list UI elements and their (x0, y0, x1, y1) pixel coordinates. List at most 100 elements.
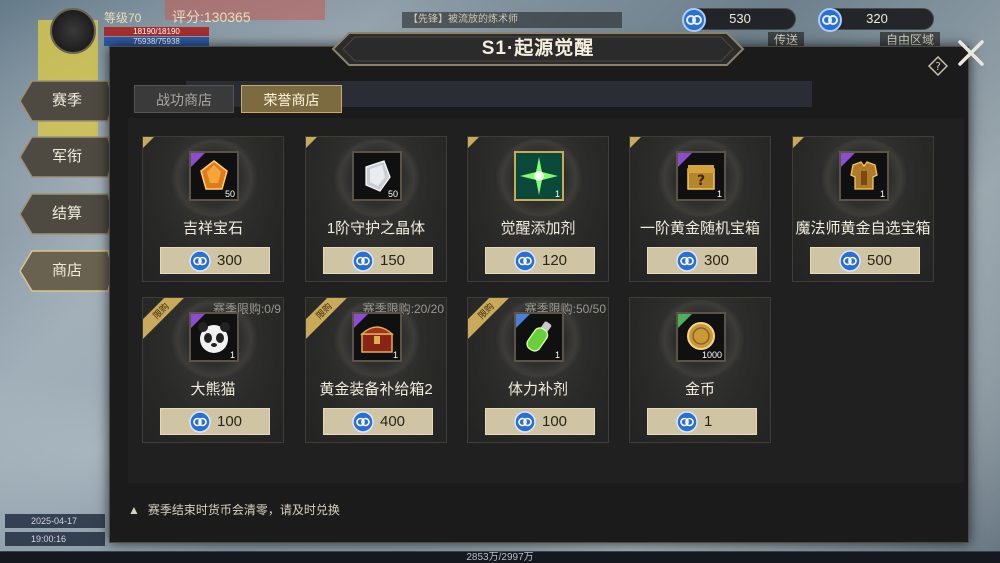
item-name: 体力补剂 (507, 381, 568, 398)
item-quantity: 1000 (701, 350, 722, 360)
card-corner (630, 137, 641, 148)
price-button[interactable]: 300 (160, 247, 270, 274)
blue-coin-icon (352, 250, 374, 272)
item-icon-frame: 50 (189, 151, 239, 201)
price-button[interactable]: 400 (323, 408, 433, 435)
quality-marker (191, 314, 205, 328)
item-name: 大熊猫 (190, 381, 236, 398)
price-value: 400 (380, 413, 406, 430)
item-icon-frame: 1 (514, 151, 564, 201)
time-display: 19:00:16 (5, 532, 105, 546)
price-value: 120 (542, 252, 568, 269)
item-icon-frame: 50 (352, 151, 402, 201)
item-quantity: 1 (229, 350, 235, 360)
item-icon-frame: 1 (352, 312, 402, 362)
price-value: 100 (542, 413, 568, 430)
blue-coin-icon (676, 411, 698, 433)
shop-item-card[interactable]: 1000 金币 1 (629, 297, 771, 443)
shop-item-card[interactable]: 50 吉祥宝石 300 (142, 136, 284, 282)
item-name: 金币 (684, 381, 715, 398)
item-quantity: 1 (392, 350, 398, 360)
price-value: 100 (217, 413, 243, 430)
price-button[interactable]: 1 (647, 408, 757, 435)
currency-value: 530 (729, 11, 751, 26)
player-power: 评分:130365 (172, 9, 251, 25)
item-name: 黄金装备补给箱2 (319, 381, 433, 398)
side-tab-label: 赛季 (52, 92, 83, 109)
side-tab-settlement[interactable]: 结算 (18, 193, 114, 235)
item-name: 觉醒添加剂 (500, 220, 576, 237)
card-corner (306, 137, 317, 148)
chat-message[interactable]: 【先锋】被流放的炼术师 (402, 12, 622, 28)
price-button[interactable]: 300 (647, 247, 757, 274)
date-display: 2025-04-17 (5, 514, 105, 528)
side-tab-season[interactable]: 赛季 (18, 80, 114, 122)
quality-marker (678, 153, 692, 167)
blue-coin-icon (352, 411, 374, 433)
item-quantity: 1 (879, 189, 885, 199)
currency-value: 320 (866, 11, 888, 26)
price-value: 500 (867, 252, 893, 269)
price-value: 300 (704, 252, 730, 269)
shop-item-card[interactable]: ? 1 一阶黄金随机宝箱 300 (629, 136, 771, 282)
player-avatar[interactable] (50, 8, 96, 54)
item-quantity: 50 (224, 189, 235, 199)
shop-item-card[interactable]: 限购 赛季限购:0/9 1 大熊猫 100 (142, 297, 284, 443)
page-title: S1·起源觉醒 (481, 38, 595, 59)
quality-marker (354, 314, 368, 328)
item-quantity: 1 (716, 189, 722, 199)
price-value: 300 (217, 252, 243, 269)
item-quantity: 1 (554, 350, 560, 360)
limit-badge-label: 限购 (143, 298, 185, 340)
item-icon-frame: 1 (189, 312, 239, 362)
limit-badge: 限购 (143, 298, 185, 340)
price-button[interactable]: 100 (160, 408, 270, 435)
xp-text: 2853万/2997万 (466, 552, 534, 563)
player-level: 等级70 (104, 11, 142, 25)
card-corner (468, 137, 479, 148)
limit-badge: 限购 (306, 298, 348, 340)
price-button[interactable]: 100 (485, 408, 595, 435)
price-value: 150 (380, 252, 406, 269)
shop-item-card[interactable]: 50 1阶守护之晶体 150 (305, 136, 447, 282)
warning-icon: ▲ (128, 503, 140, 517)
shop-item-card[interactable]: 限购 赛季限购:20/20 1 黄金装备补给箱2 400 (305, 297, 447, 443)
item-icon-frame: ? 1 (676, 151, 726, 201)
price-button[interactable]: 120 (485, 247, 595, 274)
price-button[interactable]: 150 (323, 247, 433, 274)
side-tab-shop[interactable]: 商店 (18, 250, 114, 292)
limit-badge: 限购 (468, 298, 510, 340)
item-name: 1阶守护之晶体 (326, 220, 426, 237)
svg-text:?: ? (935, 60, 941, 73)
price-button[interactable]: 500 (810, 247, 920, 274)
svg-text:?: ? (697, 173, 705, 189)
item-name: 一阶黄金随机宝箱 (639, 220, 760, 237)
blue-coin-icon (839, 250, 861, 272)
blue-coin-icon (189, 411, 211, 433)
blue-coin-icon (514, 411, 536, 433)
shop-item-card[interactable]: 1 魔法师黄金自选宝箱 500 (792, 136, 934, 282)
quality-marker (678, 314, 692, 328)
blue-coin-icon (676, 250, 698, 272)
item-name: 魔法师黄金自选宝箱 (795, 220, 931, 237)
currency-display-1: 530 (682, 8, 796, 32)
blue-coin-icon (514, 250, 536, 272)
shop-item-card[interactable]: 限购 赛季限购:50/50 1 体力补剂 100 (467, 297, 609, 443)
help-icon[interactable]: ? (928, 56, 948, 76)
limit-badge-label: 限购 (306, 298, 348, 340)
shop-item-card[interactable]: 1 觉醒添加剂 120 (467, 136, 609, 282)
tab-merit-shop[interactable]: 战功商店 (134, 85, 234, 113)
footer-warning-text: 赛季结束时货币会清零，请及时兑换 (147, 503, 340, 517)
limit-badge-label: 限购 (468, 298, 510, 340)
item-quantity: 50 (387, 189, 398, 199)
blue-coin-icon (189, 250, 211, 272)
close-icon[interactable] (956, 38, 986, 68)
quality-marker (516, 314, 530, 328)
tab-honor-shop[interactable]: 荣誉商店 (241, 85, 342, 113)
side-tab-label: 结算 (52, 205, 83, 222)
item-icon-frame: 1 (514, 312, 564, 362)
card-corner (793, 137, 804, 148)
side-tab-label: 军衔 (52, 148, 83, 165)
card-corner (143, 137, 154, 148)
side-tab-rank[interactable]: 军衔 (18, 136, 114, 178)
